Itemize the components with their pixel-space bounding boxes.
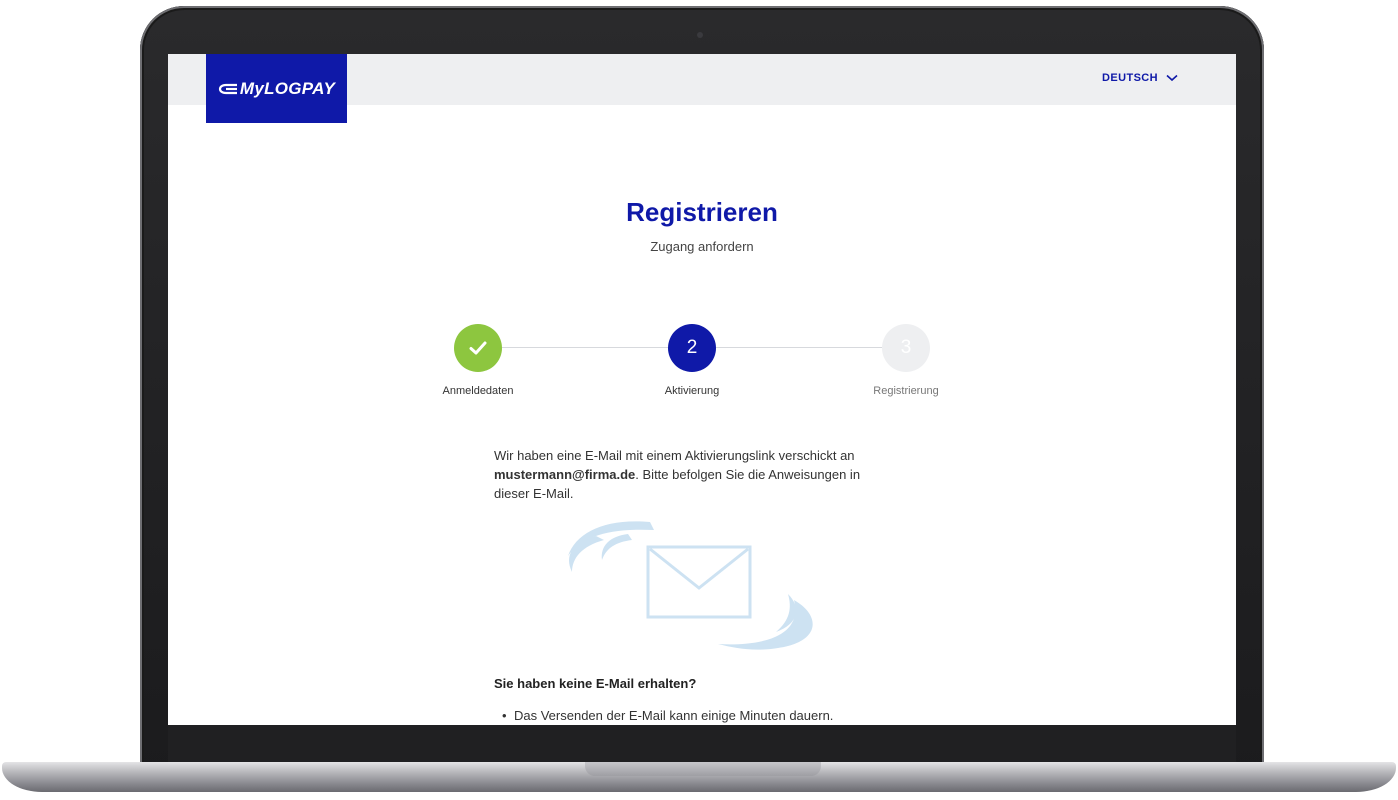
no-email-heading: Sie haben keine E-Mail erhalten? bbox=[494, 676, 697, 691]
screen: DEUTSCH MyLOGPAY Registrieren Zugang anf… bbox=[168, 54, 1236, 725]
envelope-icon bbox=[568, 521, 813, 650]
logo-text: MyLOGPAY bbox=[239, 78, 336, 98]
help-list-item: Das Versenden der E-Mail kann einige Min… bbox=[502, 708, 833, 723]
step-1-circle bbox=[454, 324, 502, 372]
camera-icon bbox=[697, 32, 703, 38]
language-label: DEUTSCH bbox=[1102, 72, 1158, 84]
step-connector bbox=[716, 347, 882, 348]
laptop-notch bbox=[585, 762, 821, 776]
step-connector bbox=[502, 347, 668, 348]
language-selector[interactable]: DEUTSCH bbox=[1102, 72, 1178, 84]
step-3-label: Registrierung bbox=[873, 385, 939, 397]
step-2-label: Aktivierung bbox=[664, 385, 720, 397]
step-1-label: Anmeldedaten bbox=[442, 385, 514, 397]
laptop-bezel-bottom bbox=[168, 725, 1236, 763]
step-2-number: 2 bbox=[686, 337, 698, 358]
logo-swoosh-icon bbox=[218, 83, 237, 94]
email-address: mustermann@firma.de bbox=[494, 467, 636, 482]
step-3-number: 3 bbox=[900, 337, 912, 358]
step-2-circle: 2 bbox=[668, 324, 716, 372]
page-title: Registrieren bbox=[626, 197, 778, 227]
step-3-circle: 3 bbox=[882, 324, 930, 372]
chevron-down-icon bbox=[1166, 74, 1178, 82]
activation-message: Wir haben eine E-Mail mit einem Aktivier… bbox=[494, 446, 884, 503]
logo[interactable]: MyLOGPAY bbox=[206, 54, 347, 123]
check-icon bbox=[469, 341, 487, 355]
page-subtitle: Zugang anfordern bbox=[650, 239, 754, 254]
message-text: Wir haben eine E-Mail mit einem Aktivier… bbox=[494, 448, 855, 463]
